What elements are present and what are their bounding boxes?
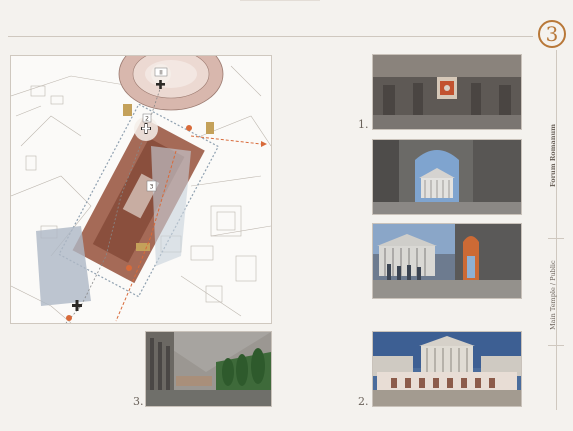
rotunda-interior-image — [373, 55, 521, 129]
section-title: Forum Romanum — [549, 123, 557, 187]
section-number-badge: 3 — [538, 20, 566, 48]
marker-label-3: 3 — [150, 184, 154, 191]
photo-label-3: 3. — [133, 395, 144, 408]
top-rule-short — [240, 0, 320, 1]
photo-label-1: 1. — [358, 118, 369, 131]
view-photo-3[interactable] — [372, 223, 522, 299]
view-photo-5[interactable] — [145, 331, 272, 407]
arch-view-temple-image — [373, 140, 521, 214]
site-plan-map[interactable]: II 2 3 — [10, 55, 272, 324]
side-rule — [556, 50, 557, 410]
marker-label-2: 2 — [145, 115, 149, 122]
view-photo-4[interactable] — [372, 331, 522, 407]
side-tick — [548, 345, 564, 346]
side-tick — [548, 238, 564, 239]
marker-label-ii: II — [159, 69, 163, 76]
colosseum-shape — [118, 56, 224, 111]
temple-with-figures-image — [373, 224, 521, 298]
top-rule — [8, 36, 533, 37]
temple-facade-image — [373, 332, 521, 406]
section-subtitle: Main Temple / Public — [549, 260, 557, 330]
photo-label-2: 2. — [358, 395, 369, 408]
view-photo-2[interactable] — [372, 139, 522, 215]
view-photo-1[interactable] — [372, 54, 522, 130]
colonnade-street-image — [146, 332, 271, 406]
site-plan-drawing: II 2 3 — [11, 56, 271, 323]
